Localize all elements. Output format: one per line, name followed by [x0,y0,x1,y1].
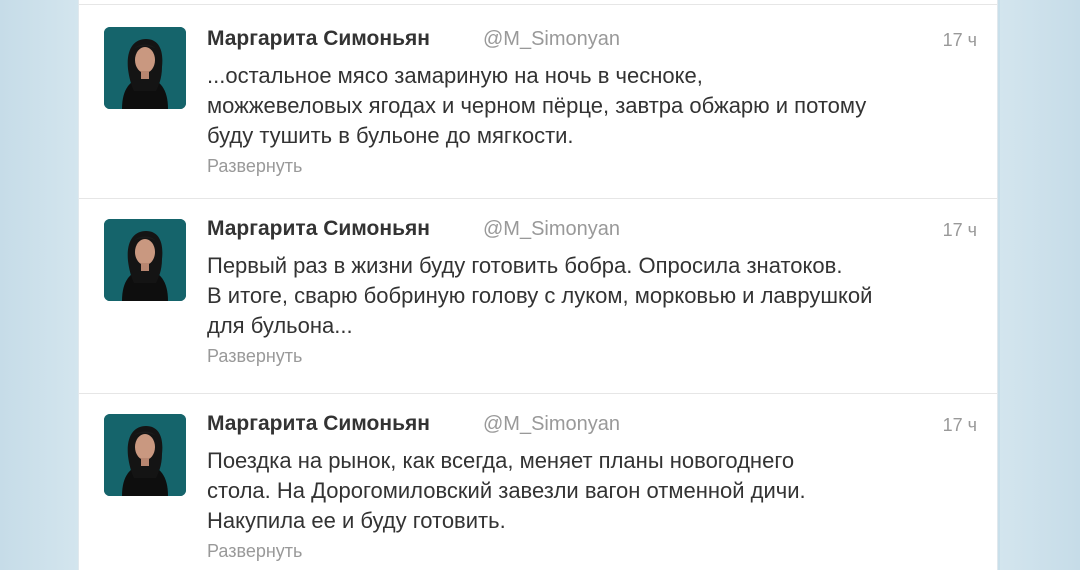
tweet-item[interactable]: Маргарита Симоньян @M_Simonyan 17 ч Поез… [79,394,997,570]
tweet-timeline: Маргарита Симоньян @M_Simonyan 17 ч ...о… [78,0,998,570]
tweet-header: Маргарита Симоньян @M_Simonyan 17 ч [207,412,977,440]
tweet-header: Маргарита Симоньян @M_Simonyan 17 ч [207,27,977,55]
profile-photo-icon [104,27,186,109]
tweet-item[interactable]: Маргарита Симоньян @M_Simonyan 17 ч ...о… [79,5,997,199]
tweet-text: Поездка на рынок, как всегда, меняет пла… [207,448,806,533]
avatar[interactable] [104,219,186,301]
tweet-timestamp[interactable]: 17 ч [943,220,977,241]
profile-photo-icon [104,219,186,301]
tweet-timestamp[interactable]: 17 ч [943,30,977,51]
author-name[interactable]: Маргарита Симоньян [207,217,430,241]
author-username[interactable]: @M_Simonyan [483,28,620,51]
tweet-timestamp[interactable]: 17 ч [943,415,977,436]
author-name[interactable]: Маргарита Симоньян [207,412,430,436]
profile-photo-icon [104,414,186,496]
avatar[interactable] [104,414,186,496]
tweet-header: Маргарита Симоньян @M_Simonyan 17 ч [207,217,977,245]
author-name[interactable]: Маргарита Симоньян [207,27,430,51]
page-background-right [1000,0,1080,570]
avatar[interactable] [104,27,186,109]
author-username[interactable]: @M_Simonyan [483,218,620,241]
expand-link[interactable]: Развернуть [207,156,302,177]
tweet-text: ...остальное мясо замариную на ночь в че… [207,63,867,148]
expand-link[interactable]: Развернуть [207,346,302,367]
tweet-text: Первый раз в жизни буду готовить бобра. … [207,253,873,338]
tweet-item[interactable]: Маргарита Симоньян @M_Simonyan 17 ч Перв… [79,199,997,394]
page-background-left [0,0,78,570]
author-username[interactable]: @M_Simonyan [483,413,620,436]
expand-link[interactable]: Развернуть [207,541,302,562]
